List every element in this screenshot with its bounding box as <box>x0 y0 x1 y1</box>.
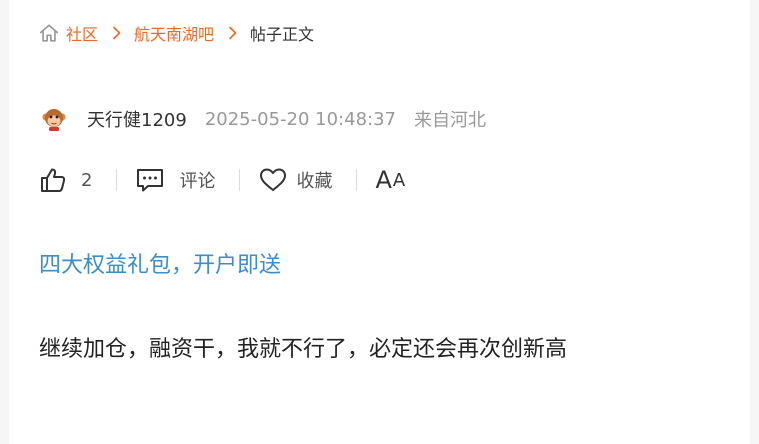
comment-icon <box>137 169 164 192</box>
home-icon[interactable] <box>38 22 60 44</box>
breadcrumb-forum-link[interactable]: 航天南湖吧 <box>134 21 214 45</box>
action-bar: 2 评论 收藏 AA <box>39 163 406 197</box>
post-page: 社区 航天南湖吧 帖子正文 天行健1209 2025-05-20 10:48:3… <box>0 0 759 444</box>
like-button[interactable]: 2 <box>39 166 92 194</box>
breadcrumb-current: 帖子正文 <box>250 25 315 44</box>
comment-label: 评论 <box>179 171 216 192</box>
author-row: 天行健1209 2025-05-20 10:48:37 来自河北 <box>41 105 486 133</box>
heart-icon <box>260 168 287 191</box>
font-size-small-glyph: A <box>392 169 407 191</box>
favorite-button[interactable]: 收藏 <box>258 166 332 194</box>
font-size-button[interactable]: AA <box>375 166 406 194</box>
right-margin <box>750 0 759 444</box>
font-size-large-glyph: A <box>375 166 393 194</box>
breadcrumb-community-link[interactable]: 社区 <box>66 21 98 45</box>
post-location: 来自河北 <box>413 110 486 131</box>
action-divider <box>116 169 118 191</box>
post-time: 2025-05-20 10:48:37 <box>204 108 396 130</box>
favorite-label: 收藏 <box>296 171 333 192</box>
action-divider <box>239 169 241 191</box>
like-count: 2 <box>81 169 93 191</box>
breadcrumb: 社区 航天南湖吧 帖子正文 <box>38 21 314 45</box>
author-name[interactable]: 天行健1209 <box>87 106 187 132</box>
post-content: 继续加仓，融资干，我就不行了，必定还会再次创新高 <box>39 337 568 362</box>
chevron-right-icon <box>113 26 121 40</box>
monkey-avatar-icon[interactable] <box>41 106 67 132</box>
chevron-right-icon <box>229 26 237 40</box>
action-divider <box>356 169 358 191</box>
comment-button[interactable]: 评论 <box>135 166 215 194</box>
thumbs-up-icon <box>41 168 66 192</box>
promo-link[interactable]: 四大权益礼包，开户即送 <box>39 247 281 279</box>
left-margin <box>0 0 9 444</box>
